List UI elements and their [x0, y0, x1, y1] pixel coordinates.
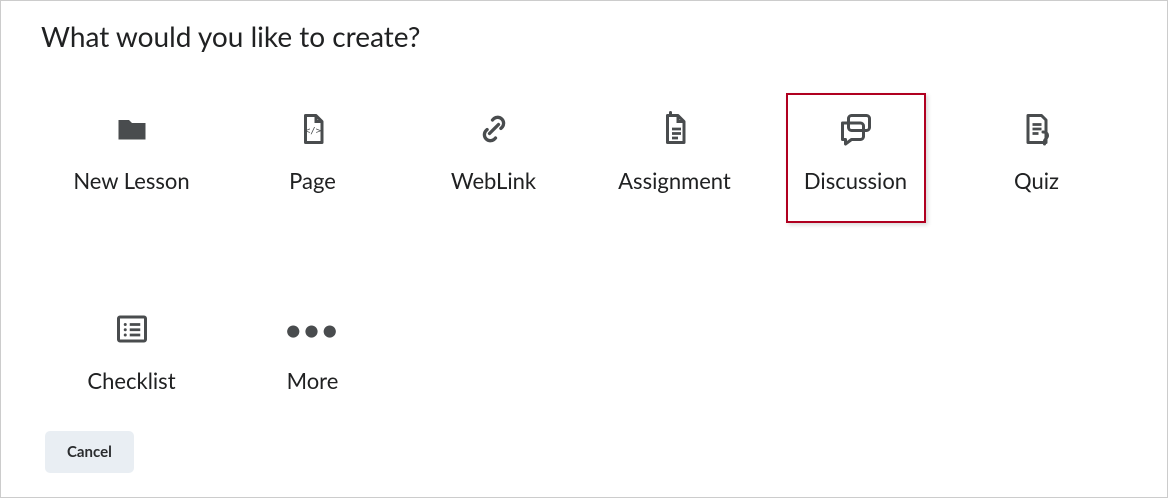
- tile-grid: New Lesson </> Page WebLink Assignment D…: [41, 93, 1127, 423]
- tile-label: Discussion: [804, 167, 907, 194]
- checklist-icon: [112, 309, 152, 349]
- tile-label: Assignment: [618, 167, 731, 194]
- tile-label: New Lesson: [73, 167, 189, 194]
- assignment-icon: [655, 109, 695, 149]
- tile-label: WebLink: [451, 167, 536, 194]
- dialog-title: What would you like to create?: [41, 19, 1127, 53]
- cancel-button[interactable]: Cancel: [45, 431, 134, 473]
- link-icon: [474, 109, 514, 149]
- svg-text:</>: </>: [304, 127, 321, 137]
- create-dialog: What would you like to create? New Lesso…: [0, 0, 1168, 498]
- tile-label: Quiz: [1014, 167, 1059, 194]
- quiz-icon: [1017, 109, 1057, 149]
- tile-quiz[interactable]: Quiz: [967, 93, 1107, 223]
- tile-label: Checklist: [87, 367, 175, 394]
- tile-page[interactable]: </> Page: [243, 93, 383, 223]
- discussion-icon: [836, 109, 876, 149]
- tile-new-lesson[interactable]: New Lesson: [62, 93, 202, 223]
- tile-assignment[interactable]: Assignment: [605, 93, 745, 223]
- tile-more[interactable]: ••• More: [243, 293, 383, 423]
- tile-discussion[interactable]: Discussion: [786, 93, 926, 223]
- more-icon: •••: [293, 309, 333, 349]
- tile-label: More: [287, 367, 339, 394]
- tile-weblink[interactable]: WebLink: [424, 93, 564, 223]
- page-icon: </>: [293, 109, 333, 149]
- tile-label: Page: [289, 167, 336, 194]
- folder-icon: [112, 109, 152, 149]
- tile-checklist[interactable]: Checklist: [62, 293, 202, 423]
- dialog-footer: Cancel: [45, 431, 134, 473]
